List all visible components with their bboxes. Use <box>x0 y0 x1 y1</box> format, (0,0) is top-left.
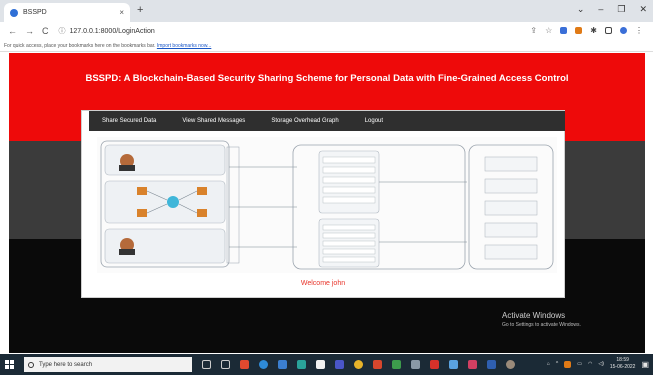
store-icon[interactable] <box>316 360 325 369</box>
clock-time: 18:59 <box>616 357 629 363</box>
app-gray-icon[interactable] <box>411 360 420 369</box>
minimize-button[interactable]: – <box>598 4 603 15</box>
extension-orange-icon[interactable] <box>575 27 583 34</box>
notification-icon[interactable]: ▣ <box>641 360 649 369</box>
task-view-icon[interactable] <box>221 360 230 369</box>
page: BSSPD: A Blockchain-Based Security Shari… <box>9 53 645 353</box>
search-placeholder: Type here to search <box>39 361 93 368</box>
forward-button[interactable]: → <box>25 26 34 36</box>
url-field[interactable]: ⓘ 127.0.0.1:8000/LoginAction <box>59 26 155 36</box>
close-button[interactable]: ✕ <box>639 4 647 15</box>
puzzle-icon[interactable]: ✱ <box>590 26 597 35</box>
edge-icon[interactable] <box>259 360 268 369</box>
app-pink-icon[interactable] <box>468 360 477 369</box>
settings-icon[interactable] <box>506 360 515 369</box>
bookmarks-bar: For quick access, place your bookmarks h… <box>0 40 653 52</box>
share-icon[interactable]: ⇪ <box>530 26 537 35</box>
chevron-up-icon[interactable]: ^ <box>556 361 558 367</box>
microphone-icon[interactable] <box>202 360 211 369</box>
welcome-message: Welcome john <box>300 280 346 287</box>
window-controls: ⌄ – ❐ ✕ <box>577 4 647 15</box>
battery-icon[interactable]: ▭ <box>577 361 582 367</box>
new-tab-button[interactable]: + <box>137 4 143 16</box>
import-bookmarks-link[interactable]: Import bookmarks now... <box>157 43 211 49</box>
chevron-down-icon[interactable]: ⌄ <box>577 4 585 15</box>
app-navy-icon[interactable] <box>487 360 496 369</box>
acrobat-icon[interactable] <box>430 360 439 369</box>
page-title: BSSPD: A Blockchain-Based Security Shari… <box>85 73 569 84</box>
sidebar-icon[interactable] <box>605 27 612 34</box>
tray-app-icon[interactable] <box>564 360 572 368</box>
star-icon[interactable]: ☆ <box>545 26 552 35</box>
url-text: 127.0.0.1:8000/LoginAction <box>69 28 155 35</box>
start-button[interactable] <box>0 354 18 375</box>
volume-icon[interactable]: ◁) <box>598 361 604 367</box>
app-red-icon[interactable] <box>240 360 249 369</box>
activate-title: Activate Windows <box>502 311 566 320</box>
browser-tab[interactable]: BSSPD × <box>4 3 130 22</box>
favicon-icon <box>10 8 18 17</box>
address-bar: ← → C ⓘ 127.0.0.1:8000/LoginAction ⇪ ☆ ✱ … <box>0 22 653 40</box>
app-blue-icon[interactable] <box>278 360 287 369</box>
menu-share-secured-data[interactable]: Share Secured Data <box>89 118 169 124</box>
shield-icon[interactable] <box>560 27 568 34</box>
taskbar: Type here to search ⌂ ^ ▭ ◠ ◁) 18:59 15-… <box>0 354 653 375</box>
bookmark-hint: For quick access, place your bookmarks h… <box>4 43 156 49</box>
taskbar-search-input[interactable]: Type here to search <box>24 357 192 372</box>
app-teal-icon[interactable] <box>297 360 306 369</box>
clock-date: 15-06-2022 <box>609 364 636 370</box>
tab-close-icon[interactable]: × <box>119 8 124 17</box>
profile-icon[interactable] <box>620 27 627 34</box>
chrome-icon[interactable] <box>354 360 363 369</box>
menu-logout[interactable]: Logout <box>352 118 396 124</box>
taskbar-apps <box>202 360 515 369</box>
browser-tabstrip: BSSPD × + ⌄ – ❐ ✕ <box>0 0 653 22</box>
tab-title: BSSPD <box>23 9 47 16</box>
info-icon[interactable]: ⓘ <box>59 28 66 35</box>
activate-subtitle: Go to Settings to activate Windows. <box>502 322 581 328</box>
menu-storage-overhead-graph[interactable]: Storage Overhead Graph <box>258 118 351 124</box>
reload-button[interactable]: C <box>42 26 49 36</box>
architecture-diagram <box>97 137 557 273</box>
app-redorange-icon[interactable] <box>373 360 382 369</box>
clock[interactable]: 18:59 15-06-2022 <box>610 357 636 371</box>
app-green-icon[interactable] <box>392 360 401 369</box>
wifi-icon[interactable]: ◠ <box>588 361 592 367</box>
app-lightblue-icon[interactable] <box>449 360 458 369</box>
people-icon[interactable]: ⌂ <box>547 361 550 367</box>
activate-windows-watermark: Activate Windows Go to Settings to activ… <box>502 311 581 328</box>
menu-icon[interactable]: ⋮ <box>635 26 643 35</box>
system-tray: ⌂ ^ ▭ ◠ ◁) 18:59 15-06-2022 ▣ <box>547 357 649 371</box>
menu-view-shared-messages[interactable]: View Shared Messages <box>169 118 258 124</box>
maximize-button[interactable]: ❐ <box>617 4 625 15</box>
back-button[interactable]: ← <box>8 26 17 36</box>
nav-menu: Share Secured Data View Shared Messages … <box>89 111 565 131</box>
extension-icons: ⇪ ☆ ✱ ⋮ <box>530 26 643 35</box>
search-icon <box>28 361 34 368</box>
windows-logo-icon <box>4 360 14 369</box>
app-purple-icon[interactable] <box>335 360 344 369</box>
